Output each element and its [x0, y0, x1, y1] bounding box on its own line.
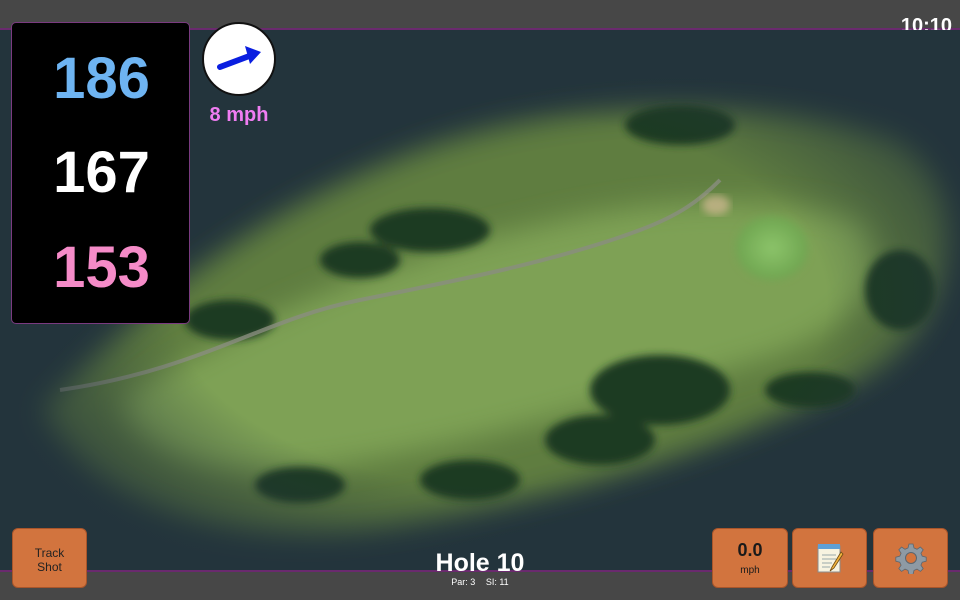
settings-button[interactable] — [873, 528, 948, 588]
front-distance: 153 — [53, 235, 150, 300]
golf-gps-screen: 10:10 186 167 153 8 mph Track Shot Hole … — [0, 0, 960, 600]
speed-value: 0.0 — [737, 540, 763, 560]
middle-distance: 167 — [53, 140, 150, 205]
wind-speed: 8 mph — [209, 104, 269, 126]
speed-unit: mph — [740, 565, 760, 576]
hole-par: Par: 3 — [451, 577, 476, 587]
speed-button[interactable]: 0.0 mph — [712, 528, 788, 588]
notepad-icon — [817, 544, 844, 573]
track-shot-label-line2: Shot — [37, 560, 62, 574]
hole-details: Par: 3 SI: 11 — [380, 577, 580, 587]
back-distance: 186 — [53, 46, 150, 111]
arrow-right-icon — [217, 46, 261, 70]
wind-direction-indicator — [202, 22, 276, 96]
hole-title: Hole 10 — [435, 549, 525, 577]
track-shot-button[interactable]: Track Shot — [12, 528, 87, 588]
distance-panel: 186 167 153 — [11, 22, 190, 324]
track-shot-label-line1: Track — [34, 546, 65, 560]
hole-stroke-index: SI: 11 — [485, 577, 509, 587]
notes-button[interactable] — [792, 528, 867, 588]
gear-icon — [894, 543, 927, 574]
